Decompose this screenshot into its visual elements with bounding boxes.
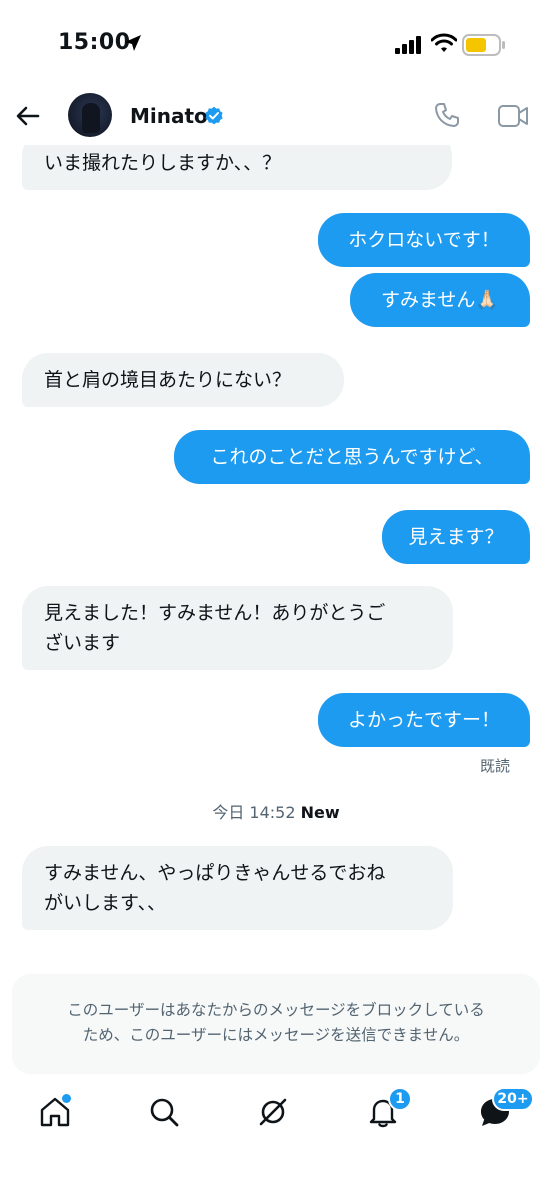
location-arrow-icon [125, 35, 141, 51]
phone-call-icon[interactable] [433, 101, 461, 129]
bottom-tab-bar: 1 20+ [0, 1085, 552, 1155]
message-incoming[interactable]: 見えました！すみません！ありがとうご ざいます [22, 586, 453, 670]
message-outgoing[interactable]: よかったですー！ [318, 693, 530, 747]
cellular-signal-icon [395, 36, 421, 54]
message-incoming[interactable]: すみません、やっぱりきゃんせるでおね がいします、、 [22, 846, 453, 930]
read-receipt: 既読 [479, 757, 510, 775]
avatar[interactable] [68, 93, 112, 137]
conversation-header: Minato [0, 90, 552, 145]
back-arrow-icon[interactable] [14, 102, 42, 130]
blocked-notice: このユーザーはあなたからのメッセージをブロックしている ため、このユーザーにはメ… [12, 974, 540, 1074]
tab-grok[interactable] [256, 1095, 290, 1133]
status-time: 15:00 [58, 30, 131, 55]
message-list: いま撮れたりしますか、、？ ホクロないです！ すみません🙏🏻 首と肩の境目あたり… [0, 145, 552, 970]
tab-home[interactable] [38, 1094, 72, 1133]
contact-name[interactable]: Minato [130, 104, 208, 128]
message-incoming[interactable]: いま撮れたりしますか、、？ [22, 145, 452, 190]
search-icon [150, 1098, 179, 1127]
tab-notifications[interactable]: 1 [366, 1087, 412, 1133]
messages-badge: 20+ [492, 1087, 534, 1111]
message-outgoing[interactable]: ホクロないです！ [318, 213, 530, 267]
status-bar: 15:00 [0, 0, 552, 90]
video-call-icon[interactable] [497, 103, 529, 129]
message-outgoing[interactable]: すみません🙏🏻 [350, 273, 530, 327]
tab-messages[interactable]: 20+ [478, 1087, 534, 1133]
message-incoming[interactable]: 首と肩の境目あたりにない？ [22, 353, 344, 407]
day-separator: 今日 14:52 New [212, 803, 340, 822]
home-unread-dot [62, 1094, 71, 1103]
message-outgoing[interactable]: これのことだと思うんですけど、 [174, 430, 530, 484]
grok-icon [259, 1098, 287, 1126]
battery-icon [462, 34, 505, 56]
new-label: New [300, 803, 340, 822]
message-outgoing[interactable]: 見えます？ [382, 510, 530, 564]
tab-search[interactable] [147, 1095, 181, 1133]
verified-badge-icon [205, 106, 223, 125]
notifications-badge: 1 [388, 1087, 412, 1111]
wifi-icon [431, 33, 457, 52]
